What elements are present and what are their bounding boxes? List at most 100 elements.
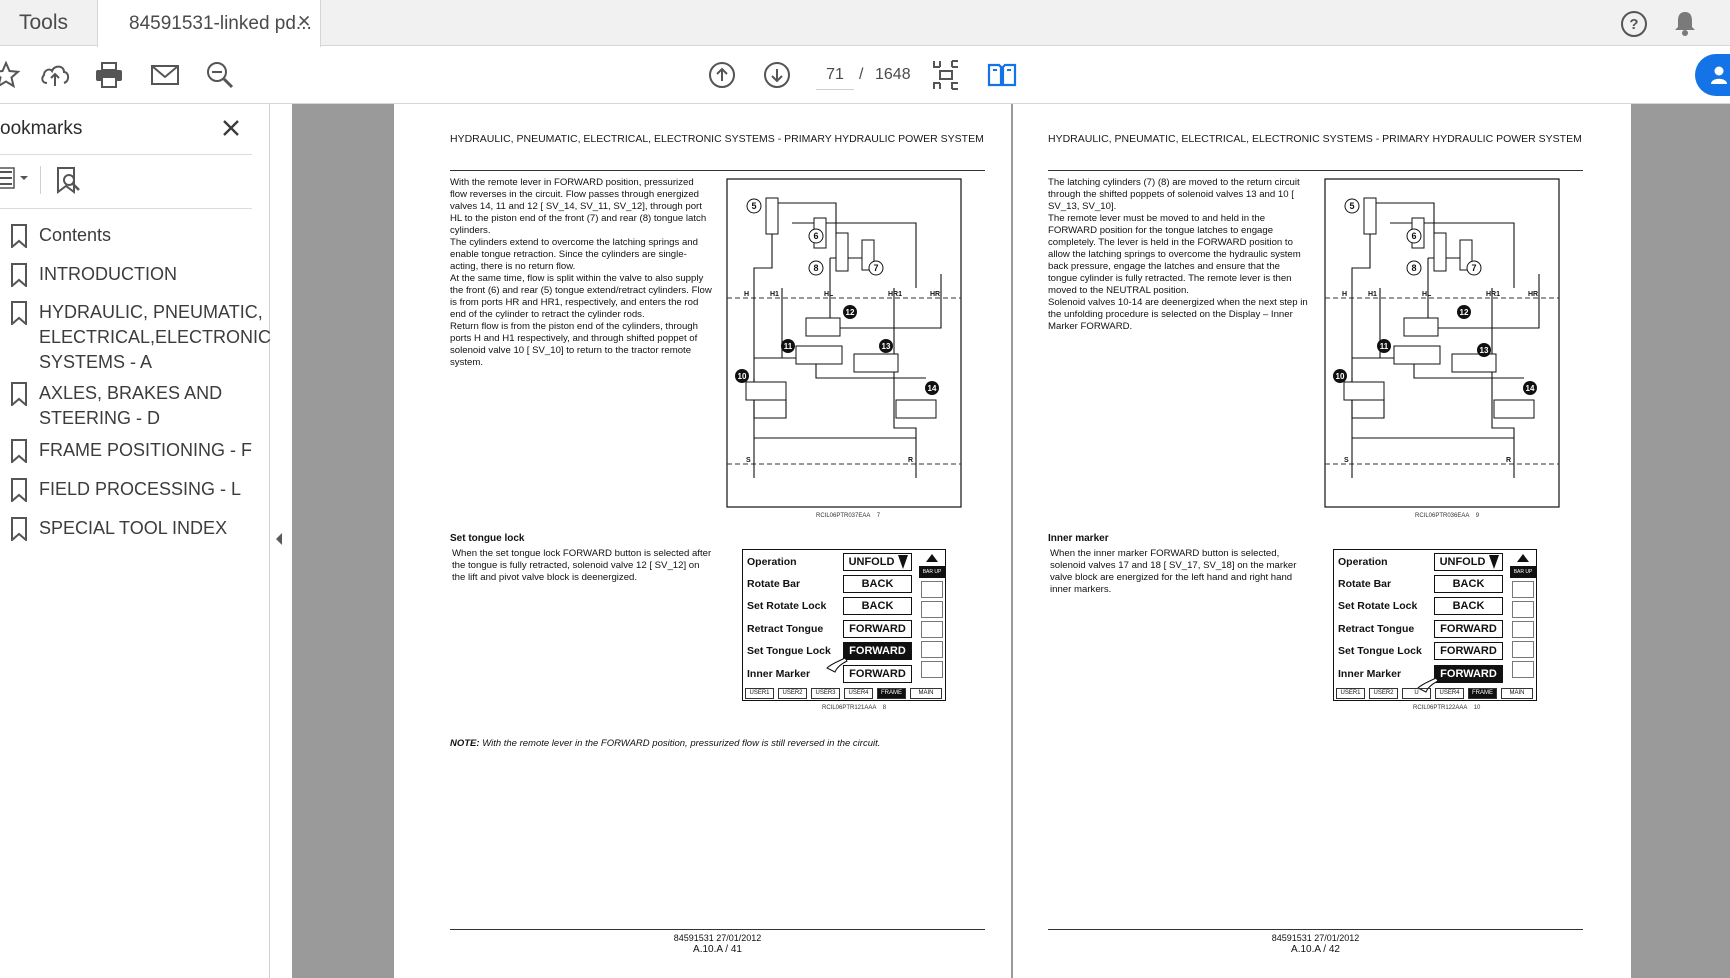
divider xyxy=(0,154,252,155)
panel-row-value[interactable]: FORWARD xyxy=(1434,642,1503,660)
bookmark-search-icon[interactable] xyxy=(55,166,83,199)
hand-pointer-icon xyxy=(826,657,848,673)
callout-label: 8 xyxy=(1411,263,1416,273)
panel-row-label: Operation xyxy=(747,556,797,568)
note: NOTE: With the remote lever in the FORWA… xyxy=(450,738,880,749)
panel-row-value[interactable]: BACK xyxy=(1434,597,1503,615)
panel-tab[interactable]: MAIN xyxy=(910,688,942,699)
scroll-slot xyxy=(1512,601,1534,618)
panel-tab[interactable]: USER3 xyxy=(811,688,840,699)
collapse-panel-icon[interactable] xyxy=(274,531,284,550)
port-label: HL xyxy=(1422,291,1432,298)
dropdown-arrow-icon xyxy=(1489,555,1499,569)
bookmark-item-axles[interactable]: AXLES, BRAKES AND STEERING - D xyxy=(10,381,255,431)
page-down-icon[interactable] xyxy=(759,47,795,103)
panel-tab[interactable]: U xyxy=(1402,688,1431,699)
document-viewer[interactable]: HYDRAULIC, PNEUMATIC, ELECTRICAL, ELECTR… xyxy=(292,104,1730,978)
bookmark-item-hydraulic[interactable]: HYDRAULIC, PNEUMATIC, ELECTRICAL,ELECTRO… xyxy=(10,300,271,375)
bookmark-item-field-processing[interactable]: FIELD PROCESSING - L xyxy=(10,477,255,502)
panel-tab[interactable]: USER2 xyxy=(778,688,807,699)
panel-tab-selected[interactable]: FRAME xyxy=(877,688,906,699)
panel-row-value[interactable]: BACK xyxy=(843,575,912,593)
bookmark-label: INTRODUCTION xyxy=(39,264,177,284)
share-button[interactable] xyxy=(1695,54,1730,96)
help-icon[interactable]: ? xyxy=(1619,9,1649,44)
panel-tab[interactable]: MAIN xyxy=(1501,688,1533,699)
bookmark-label: SPECIAL TOOL INDEX xyxy=(39,518,228,538)
figure-caption: RCIL06PTR037EAA 7 xyxy=(816,513,880,519)
tab-tools[interactable]: Tools xyxy=(0,0,96,46)
print-icon[interactable] xyxy=(91,47,127,103)
tab-document[interactable]: 84591531-linked pd... ✕ xyxy=(97,0,321,47)
bookmark-item-contents[interactable]: Contents xyxy=(10,223,255,248)
panel-tab[interactable]: USER4 xyxy=(1435,688,1464,699)
panel-tab-selected[interactable]: FRAME xyxy=(1468,688,1497,699)
callout-label: 6 xyxy=(1411,231,1416,241)
bookmark-options-icon[interactable] xyxy=(0,166,32,197)
panel-row-label: Set Rotate Lock xyxy=(747,600,827,612)
panel-row-value-selected[interactable]: FORWARD xyxy=(1434,665,1503,683)
panel-row-value[interactable]: BACK xyxy=(1434,575,1503,593)
figure-number: 8 xyxy=(882,705,887,711)
fit-page-icon[interactable] xyxy=(928,47,964,103)
toolbar: 71 / 1648 xyxy=(0,47,1730,104)
close-panel-icon[interactable] xyxy=(222,114,240,144)
panel-row-value[interactable]: FORWARD xyxy=(843,620,912,638)
scroll-up-icon[interactable] xyxy=(925,553,939,563)
tab-close-icon[interactable]: ✕ xyxy=(297,12,311,32)
panel-row: Set Rotate Lock BACK xyxy=(747,595,917,617)
page-number-input[interactable]: 71 xyxy=(816,61,854,90)
scroll-slot xyxy=(1512,581,1534,598)
bookmark-item-frame-positioning[interactable]: FRAME POSITIONING - F xyxy=(10,438,255,463)
panel-row-value[interactable]: FORWARD xyxy=(1434,620,1503,638)
panel-tab[interactable]: USER1 xyxy=(1336,688,1365,699)
body-text: The latching cylinders (7) (8) are moved… xyxy=(1048,177,1310,333)
dropdown-arrow-icon xyxy=(898,555,908,569)
scroll-up-icon[interactable] xyxy=(1516,553,1530,563)
header-rule xyxy=(450,170,985,171)
port-label: R xyxy=(1506,457,1511,464)
paragraph: The remote lever must be moved to and he… xyxy=(1048,213,1301,296)
panel-row-value-selected[interactable]: FORWARD xyxy=(843,642,912,660)
bell-icon[interactable] xyxy=(1672,9,1698,42)
footer-rule xyxy=(1048,929,1583,930)
section-text: When the set tongue lock FORWARD button … xyxy=(452,548,712,583)
bookmark-item-special-tool-index[interactable]: SPECIAL TOOL INDEX xyxy=(10,516,255,541)
panel-tab[interactable]: USER1 xyxy=(745,688,774,699)
zoom-icon[interactable] xyxy=(202,47,238,103)
page-footer: 84591531 27/01/2012 A.10.A / 41 xyxy=(450,932,985,956)
panel-tab[interactable]: USER2 xyxy=(1369,688,1398,699)
panel-row-value[interactable]: FORWARD xyxy=(843,665,912,683)
scroll-slot xyxy=(921,601,943,618)
panel-row: Operation UNFOLD xyxy=(747,551,917,573)
paragraph: The cylinders extend to overcome the lat… xyxy=(450,237,698,272)
panel-row-label: Rotate Bar xyxy=(747,578,801,590)
paragraph: With the remote lever in FORWARD positio… xyxy=(450,177,707,236)
scroll-slot xyxy=(921,641,943,658)
panel-row-value[interactable]: BACK xyxy=(843,597,912,615)
email-icon[interactable] xyxy=(147,47,183,103)
page-up-icon[interactable] xyxy=(704,47,740,103)
scroll-slot xyxy=(1512,621,1534,638)
section-title: Set tongue lock xyxy=(450,533,525,544)
upload-icon[interactable] xyxy=(37,47,73,103)
panel-tab[interactable]: USER4 xyxy=(844,688,873,699)
callout-label: 11 xyxy=(1380,342,1389,351)
note-label: NOTE: xyxy=(450,738,480,749)
callout-label: 13 xyxy=(882,342,891,351)
port-label: HR1 xyxy=(888,291,902,298)
page-header: HYDRAULIC, PNEUMATIC, ELECTRICAL, ELECTR… xyxy=(1048,133,1582,145)
panel-row: Operation UNFOLD xyxy=(1338,551,1508,573)
bookmark-item-introduction[interactable]: INTRODUCTION xyxy=(10,262,255,287)
page-footer: 84591531 27/01/2012 A.10.A / 42 xyxy=(1048,932,1583,956)
panel-row: Set Rotate Lock BACK xyxy=(1338,595,1508,617)
callout-label: 14 xyxy=(928,384,937,393)
figure-code: RCIL06PTR037EAA xyxy=(816,513,871,519)
callout-label: 8 xyxy=(813,263,818,273)
two-page-icon[interactable] xyxy=(984,47,1020,103)
star-icon[interactable] xyxy=(0,47,24,103)
divider xyxy=(40,166,41,194)
port-label: S xyxy=(746,457,751,464)
callout-label: 13 xyxy=(1480,346,1489,355)
panel-row: Retract Tongue FORWARD xyxy=(1338,618,1508,640)
